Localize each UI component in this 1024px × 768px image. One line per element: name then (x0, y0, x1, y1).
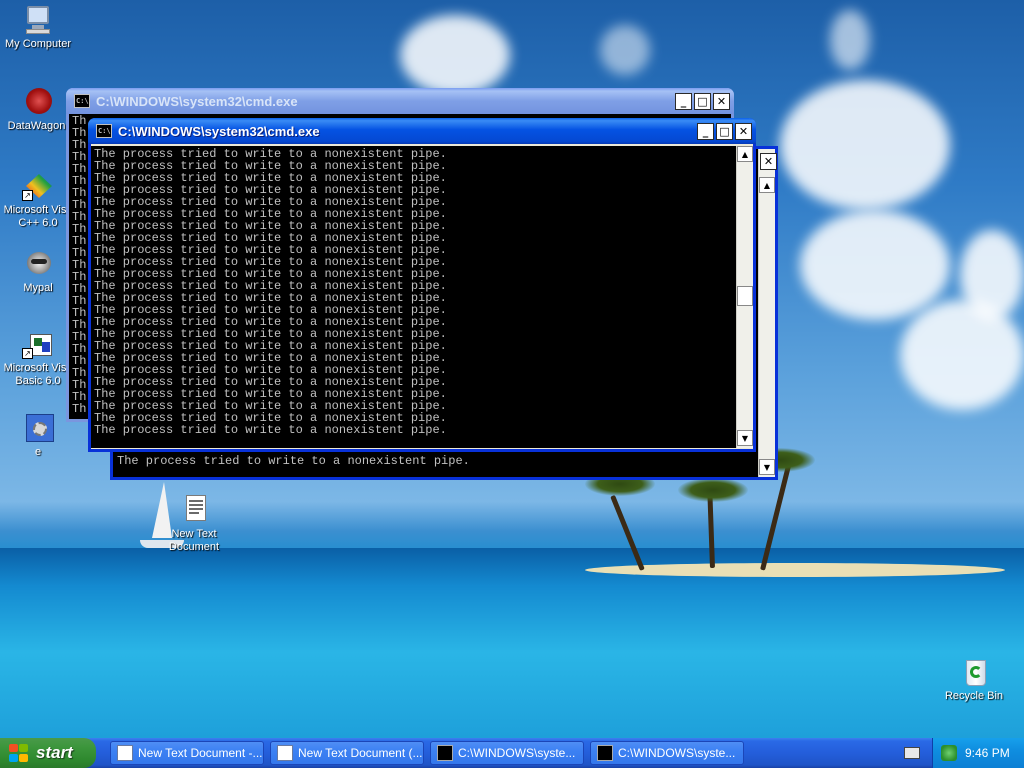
titlebar-back[interactable]: C:\ C:\WINDOWS\system32\cmd.exe _ □ ✕ (66, 88, 734, 114)
cmd-icon: C:\ (96, 124, 112, 138)
taskbar-button-text-document-2[interactable]: New Text Document (... (270, 741, 424, 765)
windows-flag-icon (8, 743, 30, 763)
visual-cpp-icon: ↗ (22, 170, 54, 202)
scroll-thumb[interactable] (737, 286, 753, 306)
visual-basic-icon: ↗ (22, 328, 54, 360)
close-button[interactable]: ✕ (713, 92, 730, 110)
minimize-button[interactable]: _ (675, 92, 692, 110)
console-line: The process tried to write to a nonexist… (94, 423, 447, 437)
settings-shortcut-icon (22, 412, 54, 444)
close-button[interactable]: ✕ (735, 122, 752, 140)
my-computer-icon (22, 4, 54, 36)
start-button[interactable]: start (0, 738, 96, 768)
datawagon-icon (22, 86, 54, 118)
keyboard-layout-icon[interactable] (904, 747, 920, 759)
maximize-button[interactable]: □ (716, 122, 733, 140)
system-tray: 9:46 PM (932, 738, 1024, 768)
cmd-icon (437, 745, 453, 761)
scrollbar-front[interactable]: ▲ ▼ (736, 146, 753, 448)
taskbar: start New Text Document -... New Text Do… (0, 738, 1024, 768)
desktop: My Computer DataWagon. ↗ Microsoft Visu … (0, 0, 1024, 738)
cmd-icon (597, 745, 613, 761)
recycle-bin-icon (958, 656, 990, 688)
taskbar-button-cmd-1[interactable]: C:\WINDOWS\syste... (430, 741, 584, 765)
scroll-down-button[interactable]: ▼ (759, 459, 775, 475)
network-tray-icon[interactable] (941, 745, 957, 761)
cmd-window-front[interactable]: C:\ C:\WINDOWS\system32\cmd.exe _ □ ✕ Th… (88, 118, 756, 452)
mypal-icon (22, 248, 54, 280)
taskbar-button-text-document-1[interactable]: New Text Document -... (110, 741, 264, 765)
notepad-icon (277, 745, 293, 761)
desktop-icon-mypal[interactable]: Mypal (0, 248, 76, 295)
minimize-button[interactable]: _ (697, 122, 714, 140)
taskbar-button-cmd-2[interactable]: C:\WINDOWS\syste... (590, 741, 744, 765)
notepad-icon (117, 745, 133, 761)
close-button-third[interactable]: ✕ (760, 153, 777, 170)
desktop-icon-shortcut-e[interactable]: e (0, 412, 76, 459)
cmd-icon: C:\ (74, 94, 90, 108)
scroll-up-button[interactable]: ▲ (759, 177, 775, 193)
desktop-icon-visual-basic[interactable]: ↗ Microsoft Visu Basic 6.0 (0, 328, 76, 388)
titlebar-front[interactable]: C:\ C:\WINDOWS\system32\cmd.exe _ □ ✕ (88, 118, 756, 144)
scroll-up-button[interactable]: ▲ (737, 146, 753, 162)
desktop-icon-new-text-document[interactable]: New Text Document (156, 494, 232, 554)
maximize-button[interactable]: □ (694, 92, 711, 110)
text-document-icon (178, 494, 210, 526)
scroll-down-button[interactable]: ▼ (737, 430, 753, 446)
console-output-front: The process tried to write to a nonexist… (91, 146, 736, 448)
desktop-icon-visual-cpp[interactable]: ↗ Microsoft Visu C++ 6.0 (0, 170, 76, 230)
desktop-icon-datawagon[interactable]: DataWagon. (0, 86, 76, 133)
desktop-icon-recycle-bin[interactable]: Recycle Bin (936, 656, 1012, 703)
desktop-icon-my-computer[interactable]: My Computer (0, 4, 76, 51)
clock[interactable]: 9:46 PM (965, 746, 1010, 760)
scrollbar-third[interactable]: ▲ ▼ (758, 149, 775, 477)
